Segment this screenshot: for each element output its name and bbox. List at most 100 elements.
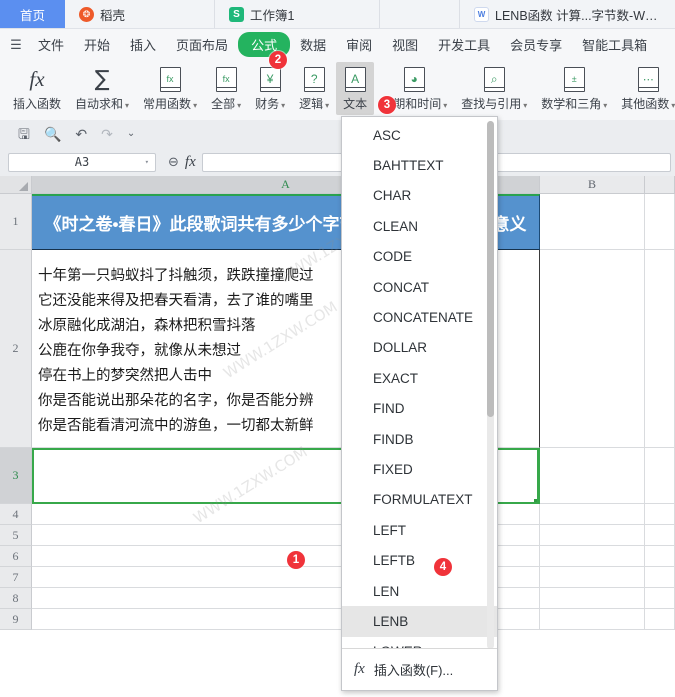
menu-item-len[interactable]: LEN xyxy=(342,576,497,606)
window-tab-workbook-label: 工作簿1 xyxy=(250,8,295,23)
menu-item-formulatext[interactable]: FORMULATEXT xyxy=(342,485,497,515)
menu-item-find[interactable]: FIND xyxy=(342,394,497,424)
insert-function-button[interactable]: fx 插入函数 xyxy=(6,62,68,112)
row-header-9[interactable]: 9 xyxy=(0,609,32,630)
table-row: 8 xyxy=(0,588,675,609)
select-all-corner[interactable] xyxy=(0,176,32,193)
menu-item-lenb[interactable]: LENB xyxy=(342,606,497,637)
table-row: 6 xyxy=(0,546,675,567)
menu-item-char[interactable]: CHAR xyxy=(342,181,497,211)
customize-caret-icon[interactable]: ⌄ xyxy=(127,129,135,139)
math-trig-functions-button[interactable]: ± 数学和三角 ▾ xyxy=(534,62,614,112)
hamburger-icon[interactable]: ☰ xyxy=(8,38,24,51)
menu-item-concatenate[interactable]: CONCATENATE xyxy=(342,302,497,332)
financial-functions-button[interactable]: ¥ 财务 ▾ xyxy=(248,62,292,112)
row-header-4[interactable]: 4 xyxy=(0,504,32,525)
menu-item-code[interactable]: CODE xyxy=(342,242,497,272)
chevron-down-icon[interactable]: ▾ xyxy=(145,158,149,166)
autosum-button[interactable]: ∑ 自动求和 ▾ xyxy=(68,62,136,112)
cell-b3[interactable] xyxy=(540,448,645,504)
text-functions-button[interactable]: A 文本 xyxy=(336,62,375,115)
ribbon-tab-smart-toolbox[interactable]: 智能工具箱 xyxy=(572,33,657,56)
ribbon-tab-home[interactable]: 开始 xyxy=(74,33,120,56)
lookup-functions-button[interactable]: ⌕ 查找与引用 ▾ xyxy=(454,62,534,112)
row-header-7[interactable]: 7 xyxy=(0,567,32,588)
menu-item-clean[interactable]: CLEAN xyxy=(342,211,497,241)
menu-item-leftb[interactable]: LEFTB xyxy=(342,545,497,575)
cell-c6[interactable] xyxy=(645,546,675,567)
cell-b2[interactable] xyxy=(540,250,645,448)
book-question-icon: ? xyxy=(303,64,325,94)
menu-item-asc[interactable]: ASC xyxy=(342,120,497,150)
ribbon-tab-data[interactable]: 数据 xyxy=(290,33,336,56)
ribbon-tab-member[interactable]: 会员专享 xyxy=(500,33,572,56)
scrollbar-thumb[interactable] xyxy=(487,121,494,417)
menu-item-dollar[interactable]: DOLLAR xyxy=(342,333,497,363)
row-header-5[interactable]: 5 xyxy=(0,525,32,546)
row-header-3[interactable]: 3 xyxy=(0,448,32,504)
chevron-down-icon: ▾ xyxy=(237,101,242,110)
print-preview-icon[interactable]: 🔍 xyxy=(44,127,61,141)
cell-b7[interactable] xyxy=(540,567,645,588)
ribbon-tab-file[interactable]: 文件 xyxy=(28,33,74,56)
cell-b9[interactable] xyxy=(540,609,645,630)
logical-functions-button[interactable]: ? 逻辑 ▾ xyxy=(292,62,336,112)
chevron-down-icon: ▾ xyxy=(671,101,675,110)
other-functions-button[interactable]: ⋯ 其他函数 ▾ xyxy=(614,62,675,112)
cell-c4[interactable] xyxy=(645,504,675,525)
window-tab-daoke[interactable]: ❂ 稻壳 xyxy=(65,0,216,28)
vertical-scrollbar[interactable] xyxy=(487,121,494,648)
fx-icon[interactable]: fx xyxy=(185,154,196,171)
window-tab-daoke-label: 稻壳 xyxy=(100,8,126,23)
menu-item-left[interactable]: LEFT xyxy=(342,515,497,545)
window-tab-home[interactable]: 首页 xyxy=(0,0,66,28)
menu-item-concat[interactable]: CONCAT xyxy=(342,272,497,302)
text-functions-dropdown: ASC BAHTTEXT CHAR CLEAN CODE CONCAT CONC… xyxy=(341,116,498,691)
menu-item-fixed[interactable]: FIXED xyxy=(342,454,497,484)
window-tab-wps-academy[interactable]: W LENB函数 计算...字节数-WPS学院 xyxy=(460,0,675,28)
ribbon-tab-insert[interactable]: 插入 xyxy=(120,33,166,56)
cell-c7[interactable] xyxy=(645,567,675,588)
save-icon[interactable]: 🖫 xyxy=(18,127,30,141)
window-tab-workbook[interactable]: S 工作簿1 xyxy=(215,0,381,28)
all-functions-button[interactable]: fx 全部 ▾ xyxy=(204,62,248,112)
menu-item-findb[interactable]: FINDB xyxy=(342,424,497,454)
cell-c8[interactable] xyxy=(645,588,675,609)
cell-c1[interactable] xyxy=(645,194,675,250)
column-header-c[interactable] xyxy=(645,176,675,193)
zoom-out-icon[interactable]: ⊖ xyxy=(168,154,179,170)
name-box-value: A3 xyxy=(74,155,90,169)
daoke-icon: ❂ xyxy=(79,6,95,22)
function-list: ASC BAHTTEXT CHAR CLEAN CODE CONCAT CONC… xyxy=(342,117,497,648)
row-header-6[interactable]: 6 xyxy=(0,546,32,567)
cell-c9[interactable] xyxy=(645,609,675,630)
cell-b5[interactable] xyxy=(540,525,645,546)
lookup-label: 查找与引用 xyxy=(461,97,522,111)
function-library-toolbar: fx 插入函数 ∑ 自动求和 ▾ fx 常用函数 ▾ fx 全部 ▾ ¥ 财务 ▾ ? … xyxy=(0,59,675,120)
menu-item-bahttext[interactable]: BAHTTEXT xyxy=(342,150,497,180)
ribbon-tab-view[interactable]: 视图 xyxy=(382,33,428,56)
chevron-down-icon: ▾ xyxy=(281,101,286,110)
row-header-2[interactable]: 2 xyxy=(0,250,32,448)
text-functions-label: 文本 xyxy=(343,97,368,111)
row-header-8[interactable]: 8 xyxy=(0,588,32,609)
ribbon-tab-page-layout[interactable]: 页面布局 xyxy=(166,33,238,56)
name-box[interactable]: A3 ▾ xyxy=(8,152,156,172)
cell-b1[interactable] xyxy=(540,194,645,250)
ribbon-tab-dev-tools[interactable]: 开发工具 xyxy=(428,33,500,56)
menu-item-exact[interactable]: EXACT xyxy=(342,363,497,393)
common-functions-button[interactable]: fx 常用函数 ▾ xyxy=(136,62,204,112)
cell-b6[interactable] xyxy=(540,546,645,567)
row-header-1[interactable]: 1 xyxy=(0,194,32,250)
cell-c3[interactable] xyxy=(645,448,675,504)
cell-b4[interactable] xyxy=(540,504,645,525)
ribbon-tab-review[interactable]: 审阅 xyxy=(336,33,382,56)
undo-icon[interactable]: ↶ xyxy=(75,127,87,141)
menu-item-lower[interactable]: LOWER xyxy=(342,637,497,648)
insert-function-menu-item[interactable]: fx 插入函数(F)... xyxy=(342,648,497,690)
column-header-b[interactable]: B xyxy=(540,176,645,193)
cell-b8[interactable] xyxy=(540,588,645,609)
redo-icon[interactable]: ↷ xyxy=(101,127,113,141)
cell-c5[interactable] xyxy=(645,525,675,546)
cell-c2[interactable] xyxy=(645,250,675,448)
